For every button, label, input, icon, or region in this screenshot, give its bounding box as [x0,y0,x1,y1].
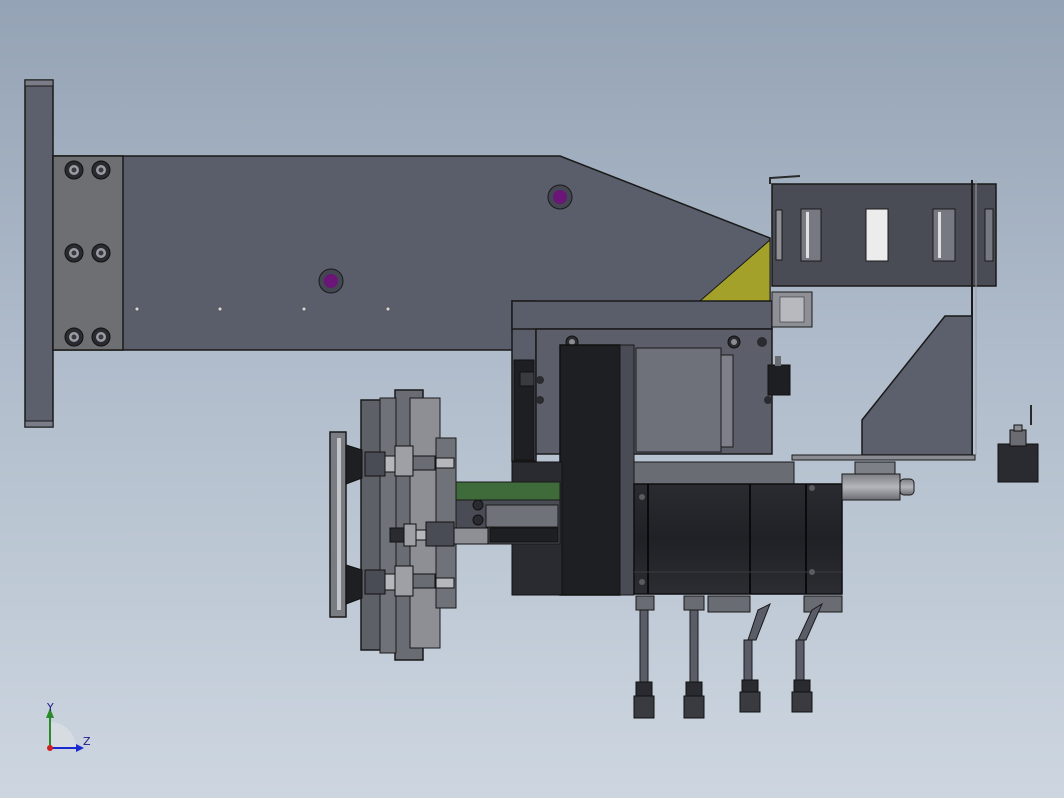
motor-shaft [841,461,915,501]
wall-mount-plate [24,79,54,428]
z-axis-label: Z [83,735,91,748]
cable-connector [633,595,843,719]
servo-motor [633,483,843,595]
assembly-drawing: Y Z [24,79,1039,752]
cad-viewport[interactable]: Y Z [0,0,1064,798]
support-bracket [791,315,976,461]
sensor-connector [997,405,1039,483]
coordinate-triad: Y Z [46,701,91,752]
y-axis-label: Y [46,701,54,714]
clamp-block [52,155,124,351]
